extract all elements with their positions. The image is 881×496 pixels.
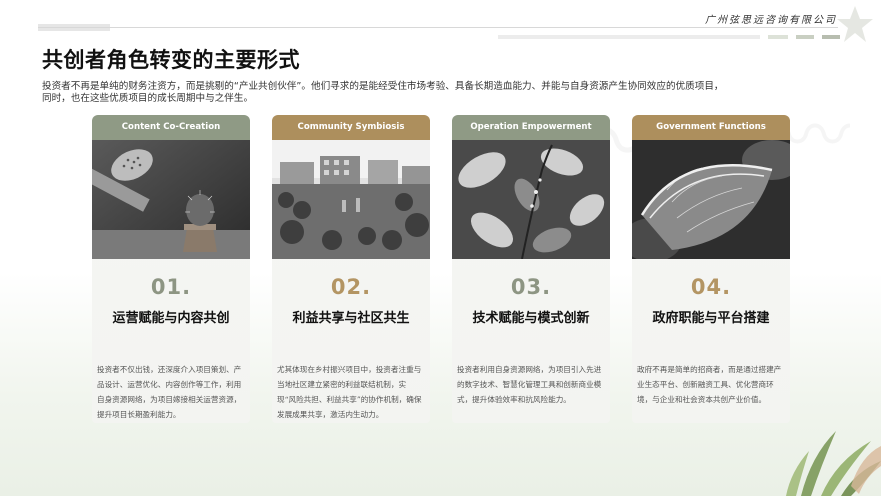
card-title: 运营赋能与内容共创: [112, 311, 230, 326]
company-name: 广州弦思远咨询有限公司: [705, 15, 837, 26]
leaves-branch-photo: [452, 140, 610, 259]
card-government-functions: Government Functions 04. 政府职能与平台搭建 政府不再是…: [632, 115, 790, 423]
card-community-symbiosis: Community Symbiosis 02. 利益共享与社区共生 尤其体现在乡…: [272, 115, 430, 423]
card-tag: Community Symbiosis: [272, 115, 430, 140]
card-description: 尤其体现在乡村振兴项目中，投资者注重与当地社区建立紧密的利益联结机制，实现“风险…: [277, 365, 422, 419]
card-description: 投资者利用自身资源网络，为项目引入先进的数字技术、智慧化管理工具和创新商业模式，…: [457, 365, 602, 404]
card-tag: Government Functions: [632, 115, 790, 140]
header-stripe: [796, 35, 814, 39]
hosta-leaf-photo: [632, 140, 790, 259]
card-tag: Content Co-Creation: [92, 115, 250, 140]
intro-paragraph: 投资者不再是单纯的财务注资方，而是挑剔的“产业共创伙伴”。他们寻求的是能经受住市…: [42, 81, 724, 104]
card-title: 政府职能与平台搭建: [652, 311, 770, 326]
cactus-watering-can-photo: [92, 140, 250, 259]
calligraphy-watermark: 〰: [780, 80, 850, 181]
card-operation-empowerment: Operation Empowerment 03. 技术赋能与模式创新 投资者利…: [452, 115, 610, 423]
card-description: 投资者不仅出钱，还深度介入项目策划、产品设计、运营优化、内容创作等工作，利用自身…: [97, 365, 242, 419]
community-garden-photo: [272, 140, 430, 259]
card-number: 01.: [150, 275, 192, 299]
card-title: 技术赋能与模式创新: [472, 311, 590, 326]
card-number: 03.: [510, 275, 552, 299]
card-description: 政府不再是简单的招商者，而是通过搭建产业生态平台、创新融资工具、优化营商环境，与…: [637, 365, 782, 404]
page-title: 共创者角色转变的主要形式: [42, 48, 300, 72]
header-stripe: [768, 35, 788, 39]
card-number: 02.: [330, 275, 372, 299]
star-decoration-icon: [837, 6, 873, 42]
card-number: 04.: [690, 275, 732, 299]
header-stripe: [498, 35, 760, 39]
card-title: 利益共享与社区共生: [292, 311, 410, 326]
card-tag: Operation Empowerment: [452, 115, 610, 140]
card-content-co-creation: Content Co-Creation 01. 运营赋能与内容共创 投资者不仅出…: [92, 115, 250, 423]
palm-leaf-decoration-icon: [786, 431, 881, 496]
header-rule: [38, 27, 838, 28]
